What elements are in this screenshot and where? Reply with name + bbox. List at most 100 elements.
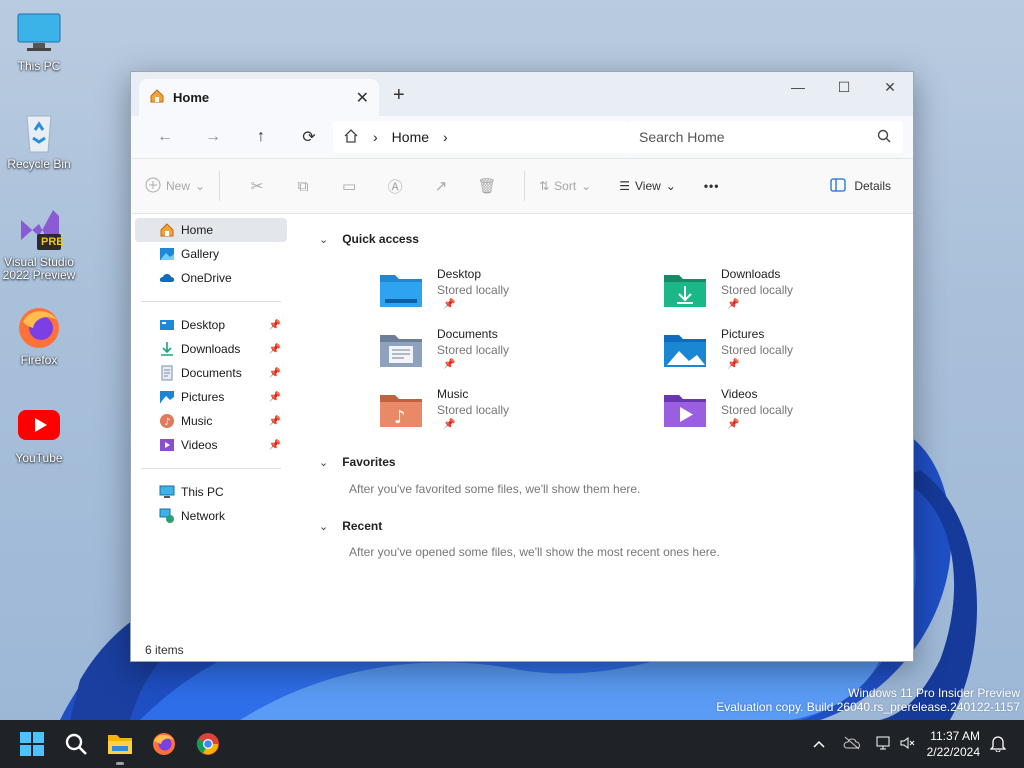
sidebar-item-downloads[interactable]: Downloads 📌 xyxy=(135,337,287,361)
pin-icon: 📌 xyxy=(268,367,281,379)
desktop-icon-label: YouTube xyxy=(15,451,63,465)
music-folder-icon: ♪ xyxy=(379,391,423,429)
pictures-icon xyxy=(159,389,175,405)
firefox-taskbar-button[interactable] xyxy=(148,728,180,760)
section-title: Quick access xyxy=(342,232,419,246)
maximize-button[interactable]: ☐ xyxy=(821,72,867,102)
quick-access-documents[interactable]: Documents Stored locally 📌 xyxy=(379,327,639,387)
desktop-icon-this-pc[interactable]: This PC xyxy=(1,10,77,73)
divider xyxy=(141,301,281,302)
section-recent[interactable]: ⌄ Recent xyxy=(319,519,382,533)
recycle-bin-icon xyxy=(15,108,63,156)
quick-access-desktop[interactable]: Desktop Stored locally 📌 xyxy=(379,267,639,327)
share-icon: ↗ xyxy=(434,178,448,195)
clock[interactable]: 11:37 AM 2/22/2024 xyxy=(927,728,980,760)
desktop-icon-label: Recycle Bin xyxy=(7,157,71,171)
sidebar-item-label: Videos xyxy=(181,438,218,452)
file-explorer-window: Home ✕ + — ☐ ✕ ← → ↑ ⟳ › Home › Search H… xyxy=(130,71,914,662)
item-name: Pictures xyxy=(721,327,765,341)
sidebar-item-label: Pictures xyxy=(181,390,225,404)
breadcrumb[interactable]: › Home › xyxy=(333,121,627,153)
paste-button[interactable]: ▭ xyxy=(326,177,372,195)
quick-access-music[interactable]: ♪ Music Stored locally 📌 xyxy=(379,387,639,447)
desktop-icon-recycle-bin[interactable]: Recycle Bin xyxy=(1,108,77,171)
breadcrumb-chevron-icon[interactable]: › xyxy=(443,129,448,145)
close-tab-icon[interactable]: ✕ xyxy=(356,88,369,108)
share-button[interactable]: ↗ xyxy=(418,177,464,195)
show-hidden-icons-chevron-icon[interactable] xyxy=(813,737,825,751)
section-quick-access[interactable]: ⌄ Quick access xyxy=(319,232,419,246)
sidebar-item-label: OneDrive xyxy=(181,271,232,285)
sidebar-item-gallery[interactable]: Gallery xyxy=(135,242,287,266)
sidebar-item-music[interactable]: ♪ Music 📌 xyxy=(135,409,287,433)
onedrive-offline-icon[interactable] xyxy=(843,736,861,753)
tab-home[interactable]: Home ✕ xyxy=(139,79,379,116)
file-explorer-taskbar-button[interactable] xyxy=(104,728,136,760)
volume-muted-icon[interactable] xyxy=(899,735,915,754)
view-button[interactable]: ☰ View ⌄ xyxy=(619,179,676,193)
back-button[interactable]: ← xyxy=(141,128,189,146)
chevron-down-icon: ⌄ xyxy=(581,179,592,193)
rename-button[interactable]: Ⓐ xyxy=(372,176,418,197)
network-status-icon[interactable] xyxy=(875,735,893,754)
notification-bell-icon[interactable] xyxy=(989,734,1007,755)
minimize-button[interactable]: — xyxy=(775,72,821,102)
delete-button[interactable]: 🗑 xyxy=(464,177,510,195)
status-bar-item-count: 6 items xyxy=(145,643,184,657)
start-button[interactable] xyxy=(16,728,48,760)
home-icon xyxy=(159,222,175,238)
quick-access-videos[interactable]: Videos Stored locally 📌 xyxy=(663,387,923,447)
monitor-icon xyxy=(15,10,63,58)
windows-logo-icon xyxy=(20,732,44,756)
pin-icon: 📌 xyxy=(727,299,740,310)
plus-circle-icon xyxy=(145,177,161,196)
forward-button[interactable]: → xyxy=(189,128,237,146)
new-button[interactable]: New ⌄ xyxy=(145,177,205,196)
badge-pre: PRE xyxy=(41,236,64,248)
cut-button[interactable]: ✂ xyxy=(234,177,280,195)
youtube-icon xyxy=(15,402,63,450)
divider xyxy=(524,171,526,201)
firefox-icon xyxy=(153,733,175,755)
sidebar-item-home[interactable]: Home xyxy=(135,218,287,242)
desktop-icon-youtube[interactable]: YouTube xyxy=(1,402,77,465)
sidebar-item-pictures[interactable]: Pictures 📌 xyxy=(135,385,287,409)
sidebar-item-network[interactable]: Network xyxy=(135,504,287,528)
pin-icon: 📌 xyxy=(727,419,740,430)
sidebar-item-videos[interactable]: Videos 📌 xyxy=(135,433,287,457)
home-icon xyxy=(149,88,165,107)
sidebar-item-onedrive[interactable]: OneDrive xyxy=(135,266,287,290)
sidebar-item-label: Network xyxy=(181,509,226,523)
content-pane: ⌄ Quick access Desktop Stored locally 📌 … xyxy=(307,214,913,634)
section-title: Recent xyxy=(342,519,383,533)
close-window-button[interactable]: ✕ xyxy=(867,72,913,102)
section-favorites[interactable]: ⌄ Favorites xyxy=(319,455,396,469)
desktop-icon-visual-studio[interactable]: PRE Visual Studio 2022 Preview xyxy=(1,206,77,282)
refresh-button[interactable]: ⟳ xyxy=(285,127,333,147)
chrome-taskbar-button[interactable] xyxy=(192,728,224,760)
search-icon xyxy=(65,733,87,755)
chevron-down-icon: ⌄ xyxy=(665,179,676,193)
search-input[interactable]: Search Home xyxy=(627,121,903,153)
new-label: New xyxy=(166,179,191,193)
desktop-icon-firefox[interactable]: Firefox xyxy=(1,304,77,367)
sort-button[interactable]: ⇅ Sort ⌄ xyxy=(539,179,591,193)
quick-access-pictures[interactable]: Pictures Stored locally 📌 xyxy=(663,327,923,387)
sidebar-item-documents[interactable]: Documents 📌 xyxy=(135,361,287,385)
item-status: Stored locally xyxy=(721,403,794,417)
up-button[interactable]: ↑ xyxy=(237,128,285,146)
quick-access-downloads[interactable]: Downloads Stored locally 📌 xyxy=(663,267,923,327)
sidebar-item-desktop[interactable]: Desktop 📌 xyxy=(135,313,287,337)
item-status: Stored locally xyxy=(721,343,794,357)
sidebar-item-this-pc[interactable]: This PC xyxy=(135,480,287,504)
documents-icon xyxy=(159,365,175,381)
more-options-button[interactable]: ••• xyxy=(704,179,720,193)
copy-button[interactable]: ⧉ xyxy=(280,178,326,195)
new-tab-button[interactable]: + xyxy=(393,84,405,107)
breadcrumb-home[interactable]: Home xyxy=(392,129,429,145)
tab-label: Home xyxy=(173,90,210,105)
search-button[interactable] xyxy=(60,728,92,760)
details-button[interactable]: Details xyxy=(830,177,891,195)
gallery-icon xyxy=(159,246,175,262)
clock-date: 2/22/2024 xyxy=(926,745,980,759)
